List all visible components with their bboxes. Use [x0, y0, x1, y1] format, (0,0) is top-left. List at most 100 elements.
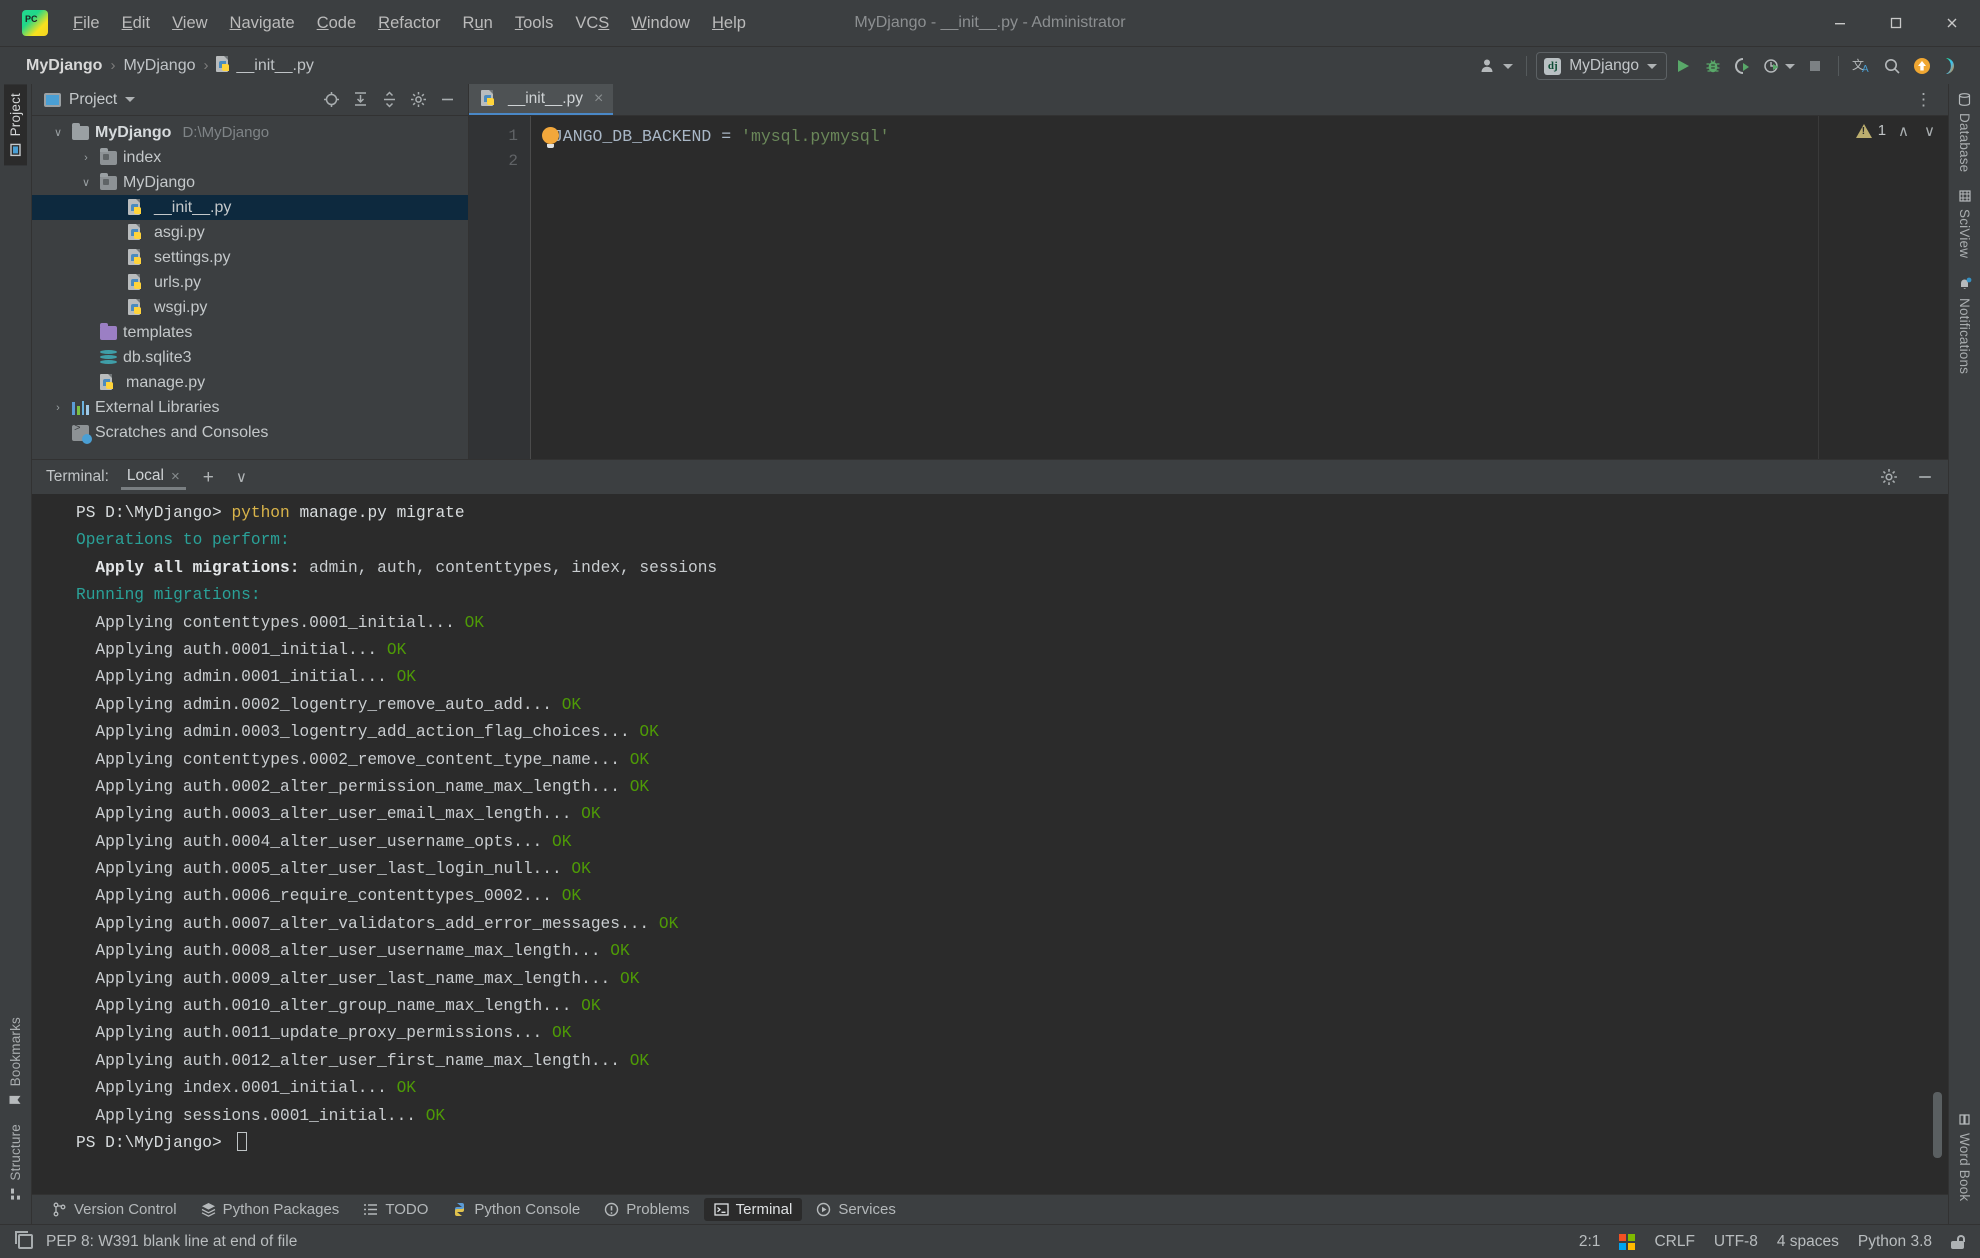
tree-item-icon: [128, 274, 148, 291]
tree-item-templates[interactable]: templates: [32, 320, 468, 345]
tree-item-urls-py[interactable]: urls.py: [32, 270, 468, 295]
run-button[interactable]: [1669, 52, 1697, 80]
packages-icon: [201, 1202, 216, 1217]
menu-item-view[interactable]: View: [161, 10, 218, 37]
terminal-options-button[interactable]: ∨: [231, 470, 252, 485]
minimize-button[interactable]: [1812, 0, 1868, 46]
terminal-scrollbar[interactable]: [1933, 1092, 1942, 1158]
sidebar-item-project[interactable]: Project: [4, 84, 27, 166]
menu-item-navigate[interactable]: Navigate: [219, 10, 306, 37]
toolbar-divider: [1838, 56, 1839, 76]
sidebar-item-database[interactable]: Database: [1953, 84, 1976, 181]
tree-item-settings-py[interactable]: settings.py: [32, 245, 468, 270]
menu-item-file[interactable]: File: [62, 10, 111, 37]
pycharm-logo-icon: [22, 10, 48, 36]
menu-item-window[interactable]: Window: [620, 10, 701, 37]
select-opened-file-button[interactable]: [318, 88, 344, 112]
terminal-tab-local[interactable]: Local ×: [120, 464, 186, 490]
lock-icon[interactable]: [1951, 1234, 1965, 1249]
gear-icon[interactable]: [405, 88, 431, 112]
sidebar-item-bookmarks[interactable]: Bookmarks: [4, 1008, 27, 1115]
tool-window-tab-services[interactable]: Services: [806, 1198, 906, 1221]
translate-icon[interactable]: 文 A: [1848, 52, 1876, 80]
user-icon[interactable]: [1476, 52, 1517, 80]
tree-item--init-py[interactable]: __init__.py: [32, 195, 468, 220]
tree-item-manage-py[interactable]: manage.py: [32, 370, 468, 395]
update-project-icon[interactable]: [1908, 52, 1936, 80]
sidebar-item-notifications[interactable]: Notifications: [1953, 268, 1976, 383]
sidebar-item-sciview[interactable]: SciView: [1953, 181, 1976, 267]
menu-item-code[interactable]: Code: [306, 10, 367, 37]
tree-item-index[interactable]: › index: [32, 145, 468, 170]
hide-panel-button[interactable]: [434, 88, 460, 112]
code-text-area[interactable]: DJANGO_DB_BACKEND = 'mysql.pymysql': [531, 116, 1818, 459]
tree-item-mydjango[interactable]: ∨ MyDjango: [32, 170, 468, 195]
tool-window-tab-problems[interactable]: Problems: [594, 1198, 699, 1221]
breadcrumb-item[interactable]: __init__.py: [212, 54, 317, 77]
hide-terminal-button[interactable]: [1912, 465, 1938, 489]
warning-count[interactable]: 1: [1855, 122, 1886, 139]
close-icon[interactable]: ×: [594, 90, 603, 108]
terminal-output[interactable]: PS D:\MyDjango> python manage.py migrate…: [32, 494, 1948, 1194]
search-icon[interactable]: [1878, 52, 1906, 80]
terminal-tab-label: Local: [126, 467, 164, 484]
indent-setting[interactable]: 4 spaces: [1777, 1233, 1839, 1251]
menu-item-refactor[interactable]: Refactor: [367, 10, 451, 37]
tool-window-tab-python-packages[interactable]: Python Packages: [191, 1198, 350, 1221]
maximize-button[interactable]: [1868, 0, 1924, 46]
tool-window-tab-label: Version Control: [74, 1201, 177, 1218]
tool-window-tab-version-control[interactable]: Version Control: [42, 1198, 187, 1221]
menu-item-vcs[interactable]: VCS: [564, 10, 620, 37]
chevron-down-icon[interactable]: ∨: [50, 126, 66, 139]
breadcrumb-item[interactable]: MyDjango: [22, 55, 106, 77]
debug-button[interactable]: [1699, 52, 1727, 80]
menu-item-tools[interactable]: Tools: [504, 10, 565, 37]
terminal-text: OK: [571, 860, 591, 879]
close-icon[interactable]: ×: [171, 468, 180, 485]
previous-problem-button[interactable]: ∧: [1895, 122, 1912, 140]
window-icon[interactable]: [15, 1231, 33, 1249]
tree-item-mydjango[interactable]: ∨ MyDjango D:\MyDjango: [32, 120, 468, 145]
next-problem-button[interactable]: ∨: [1921, 122, 1938, 140]
sidebar-item-word-book[interactable]: Word Book: [1953, 1104, 1976, 1210]
tree-item-label: urls.py: [154, 273, 202, 291]
line-separator[interactable]: CRLF: [1654, 1233, 1694, 1251]
chevron-right-icon[interactable]: ›: [50, 402, 66, 414]
tree-item-wsgi-py[interactable]: wsgi.py: [32, 295, 468, 320]
menu-item-run[interactable]: Run: [452, 10, 504, 37]
chevron-down-icon[interactable]: [125, 97, 136, 102]
menu-item-help[interactable]: Help: [701, 10, 757, 37]
tree-item-external-libraries[interactable]: › External Libraries: [32, 395, 468, 420]
stop-button[interactable]: [1801, 52, 1829, 80]
tree-item-asgi-py[interactable]: asgi.py: [32, 220, 468, 245]
tool-window-tab-python-console[interactable]: Python Console: [442, 1198, 590, 1221]
sidebar-item-structure[interactable]: Structure: [4, 1115, 27, 1210]
editor-tabs-more-button[interactable]: ⋮: [1909, 84, 1940, 116]
collapse-all-button[interactable]: [376, 88, 402, 112]
tool-window-tab-todo[interactable]: TODO: [353, 1198, 438, 1221]
breadcrumb-label: __init__.py: [236, 57, 314, 74]
expand-all-button[interactable]: [347, 88, 373, 112]
run-with-coverage-button[interactable]: [1729, 52, 1757, 80]
run-configuration-selector[interactable]: dj MyDjango: [1536, 52, 1667, 80]
file-encoding[interactable]: UTF-8: [1714, 1233, 1758, 1251]
breadcrumb-item[interactable]: MyDjango: [119, 55, 199, 77]
close-button[interactable]: [1924, 0, 1980, 46]
python-interpreter[interactable]: Python 3.8: [1858, 1233, 1932, 1251]
tool-window-tab-label: Services: [838, 1201, 896, 1218]
chevron-right-icon[interactable]: ›: [78, 152, 94, 164]
tree-item-scratches-and-consoles[interactable]: Scratches and Consoles: [32, 420, 468, 445]
intention-bulb-icon[interactable]: [542, 127, 559, 148]
profile-button[interactable]: [1759, 52, 1799, 80]
plugin-icon[interactable]: [1938, 52, 1966, 80]
tool-window-tab-terminal[interactable]: Terminal: [703, 1198, 803, 1221]
editor-tab-init[interactable]: __init__.py ×: [469, 84, 614, 115]
chevron-down-icon[interactable]: ∨: [78, 176, 94, 189]
breadcrumb-separator: ›: [203, 57, 209, 74]
caret-position[interactable]: 2:1: [1579, 1233, 1601, 1251]
gear-icon[interactable]: [1876, 465, 1902, 489]
menu-item-edit[interactable]: Edit: [111, 10, 161, 37]
windows-logo-icon[interactable]: [1619, 1233, 1636, 1250]
tree-item-db-sqlite3[interactable]: db.sqlite3: [32, 345, 468, 370]
new-terminal-button[interactable]: +: [198, 468, 219, 487]
